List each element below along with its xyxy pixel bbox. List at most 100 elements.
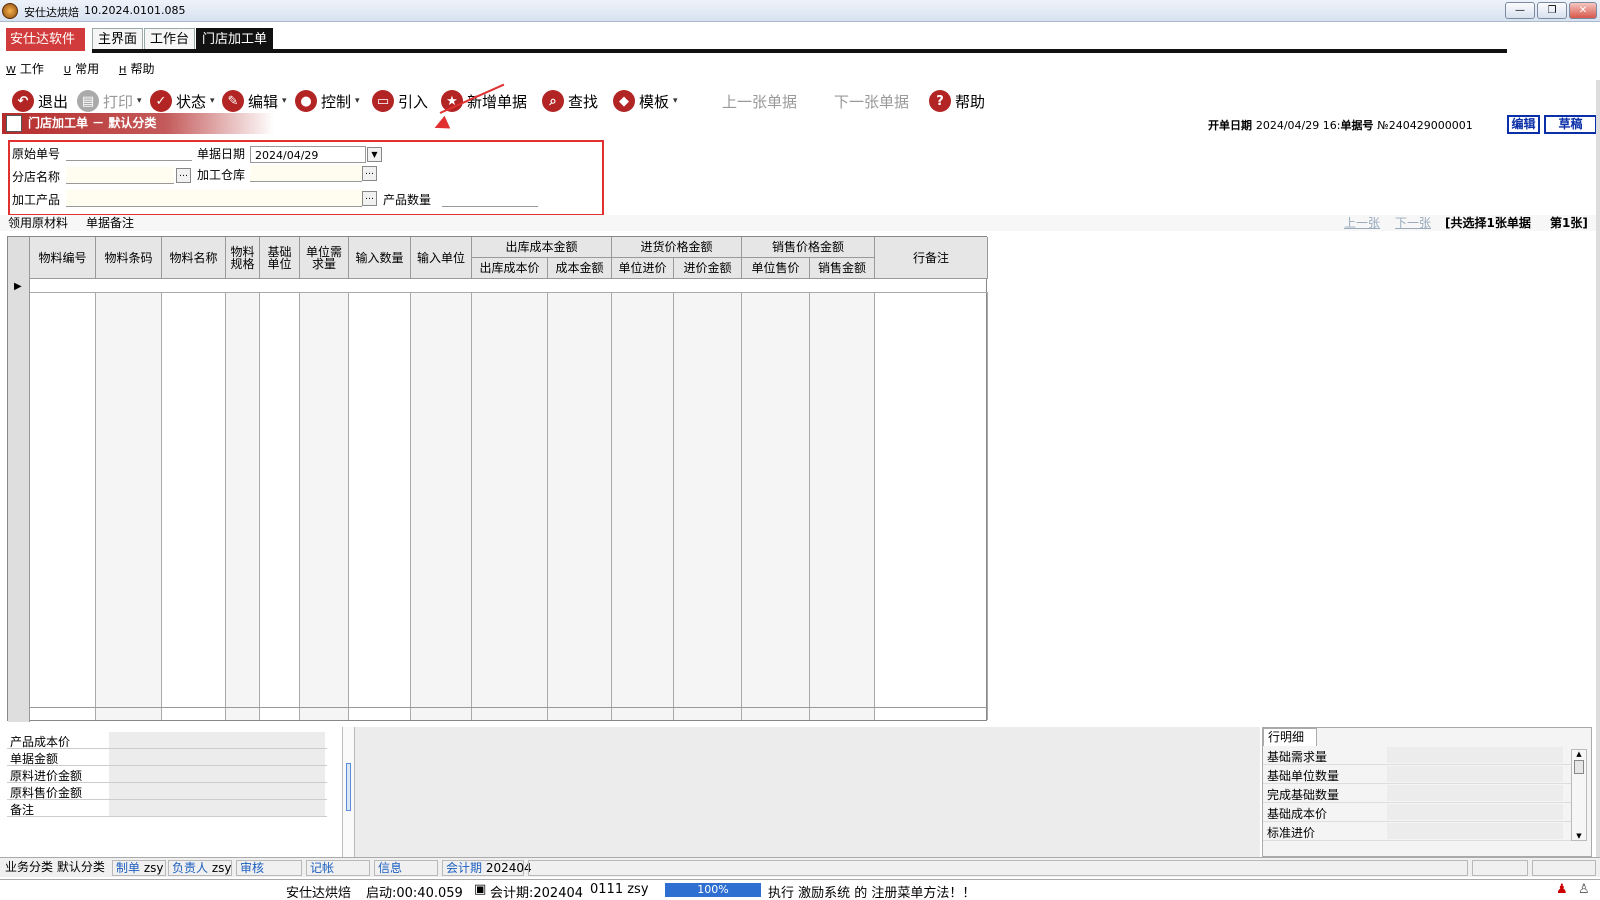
tab-remarks[interactable]: 单据备注 [86, 215, 134, 231]
sub-tab-bar: 领用原材料 单据备注 上一张 下一张 [共选择1张单据 第1张] [0, 215, 1600, 231]
menu-help-key: H [118, 65, 127, 76]
chevron-down-icon: ▾ [355, 96, 360, 106]
total-material-sales: 原料售价金额 [7, 783, 327, 800]
col-unit-purchase-price[interactable]: 单位进价 [612, 258, 674, 279]
detail-row: 标准进价 [1263, 822, 1571, 841]
tab-home[interactable]: 主界面 [92, 28, 144, 50]
col-unit-sales-price[interactable]: 单位售价 [742, 258, 810, 279]
brand-menu-button[interactable]: 安仕达软件▼ [6, 28, 85, 69]
close-button[interactable]: ✕ [1569, 2, 1597, 19]
col-input-qty[interactable]: 输入数量 [349, 237, 411, 279]
col-unit-demand[interactable]: 单位需求量 [300, 237, 349, 279]
edit-button[interactable]: ✎ 编辑 ▾ [222, 86, 287, 116]
tray-user-icon[interactable]: ♟ [1556, 882, 1568, 897]
branch-input[interactable] [66, 167, 174, 184]
question-icon: ? [929, 90, 951, 112]
col-material-name[interactable]: 物料名称 [162, 237, 226, 279]
system-status-bar: 安仕达烘焙 启动:00:40.059 ▣ 会计期:202404 0111 zsy… [0, 879, 1600, 900]
grid-column-body [96, 293, 162, 720]
date-label: 单据日期 [197, 147, 246, 161]
warehouse-lookup-button[interactable]: … [362, 166, 377, 181]
menu-work-label: 工作 [19, 62, 44, 76]
edit-mode-button[interactable]: 编辑 [1507, 115, 1540, 134]
col-input-unit[interactable]: 输入单位 [411, 237, 472, 279]
prev-document-button[interactable]: 上一张单据 [722, 86, 797, 116]
right-edge [1596, 80, 1600, 857]
open-date-label: 开单日期 [1208, 119, 1252, 132]
exit-button[interactable]: ↶ 退出 [12, 86, 68, 116]
splitter-handle-icon[interactable] [346, 763, 351, 811]
grid-column-body [30, 293, 96, 720]
tab-row-detail[interactable]: 行明细 [1263, 728, 1317, 746]
control-button[interactable]: ● 控制 ▾ [295, 86, 360, 116]
menu-bar: W 工作 U 常用 H 帮助 [0, 60, 1600, 80]
title-bar: 安仕达烘焙 10.2024.0101.085 — ❐ ✕ [0, 0, 1600, 22]
eraser-icon: ◆ [613, 90, 635, 112]
grid-column-body [742, 293, 810, 720]
empty-panel [355, 727, 1260, 857]
detail-row: 完成基础数量 [1263, 784, 1571, 803]
next-page-link[interactable]: 下一张 [1395, 215, 1431, 231]
col-material-barcode[interactable]: 物料条码 [96, 237, 162, 279]
scroll-up-icon[interactable]: ▲ [1572, 750, 1586, 758]
prev-document-label: 上一张单据 [722, 92, 798, 111]
row-header-column [8, 237, 30, 722]
tab-store-processing[interactable]: 门店加工单 [196, 28, 274, 50]
current-row-indicator-icon: ▶ [14, 281, 22, 292]
tab-workbench[interactable]: 工作台 [144, 28, 196, 50]
template-label: 模板 [639, 92, 670, 111]
branch-lookup-button[interactable]: … [176, 168, 191, 183]
col-material-spec[interactable]: 物料规格 [226, 237, 260, 279]
import-button[interactable]: ▭ 引入 [372, 86, 428, 116]
maker-value: zsy [143, 861, 164, 875]
status-button[interactable]: ✓ 状态 ▾ [150, 86, 215, 116]
detail-row: 基础需求量 [1263, 746, 1571, 765]
table-row[interactable] [30, 279, 988, 293]
template-button[interactable]: ◆ 模板 ▾ [613, 86, 678, 116]
col-row-remark[interactable]: 行备注 [875, 237, 988, 279]
warehouse-input[interactable] [250, 165, 362, 182]
panel-splitter[interactable] [342, 727, 355, 857]
scroll-thumb[interactable] [1574, 760, 1584, 774]
menu-work[interactable]: W 工作 [6, 60, 44, 77]
find-button[interactable]: ⌕ 查找 [542, 86, 598, 116]
remark-row[interactable]: 备注 [7, 800, 327, 817]
next-document-button[interactable]: 下一张单据 [834, 86, 909, 116]
product-lookup-button[interactable]: … [362, 191, 377, 206]
total-label: 原料进价金额 [10, 769, 83, 783]
tray-people-icon[interactable]: ♙ [1578, 882, 1590, 897]
remark-input[interactable] [109, 800, 325, 816]
col-purchase-amount[interactable]: 进价金额 [674, 258, 742, 279]
grid-column-body [612, 293, 674, 720]
maker-label: 制单 [116, 861, 141, 875]
print-button[interactable]: ▤ 打印 ▾ [77, 86, 142, 116]
menu-help[interactable]: H 帮助 [119, 60, 155, 77]
grid-column-body [300, 293, 349, 720]
undo-icon: ↶ [12, 90, 34, 112]
quantity-input[interactable] [442, 190, 538, 207]
grid-column-body [674, 293, 742, 720]
col-sales-amount[interactable]: 销售金额 [810, 258, 875, 279]
date-dropdown-icon[interactable]: ▼ [367, 147, 382, 162]
materials-grid[interactable]: 物料编号 物料条码 物料名称 物料规格 基础单位 单位需求量 输入数量 输入单位… [7, 236, 988, 722]
col-base-unit[interactable]: 基础单位 [260, 237, 300, 279]
menu-common[interactable]: U 常用 [64, 60, 99, 77]
orig-no-input[interactable] [66, 144, 192, 161]
tab-materials[interactable]: 领用原材料 [8, 215, 68, 231]
date-input[interactable]: 2024/04/29 [250, 146, 366, 163]
draft-button[interactable]: 草稿 [1544, 115, 1597, 134]
col-group-purchase-price: 进货价格金额 [612, 237, 742, 258]
col-material-code[interactable]: 物料编号 [30, 237, 96, 279]
col-cost-amount[interactable]: 成本金额 [548, 258, 612, 279]
restore-button[interactable]: ❐ [1537, 2, 1567, 19]
help-button[interactable]: ? 帮助 [929, 86, 985, 116]
minimize-button[interactable]: — [1505, 2, 1535, 19]
scroll-down-icon[interactable]: ▼ [1572, 832, 1586, 840]
detail-scrollbar[interactable]: ▲ ▼ [1571, 749, 1587, 841]
new-document-button[interactable]: ★ 新增单据 [441, 86, 527, 116]
col-outbound-cost-price[interactable]: 出库成本价 [472, 258, 548, 279]
prev-page-link[interactable]: 上一张 [1344, 215, 1380, 231]
window-version: 10.2024.0101.085 [84, 4, 186, 17]
maker-field: 制单 zsy [112, 860, 166, 876]
product-input[interactable] [66, 190, 362, 207]
